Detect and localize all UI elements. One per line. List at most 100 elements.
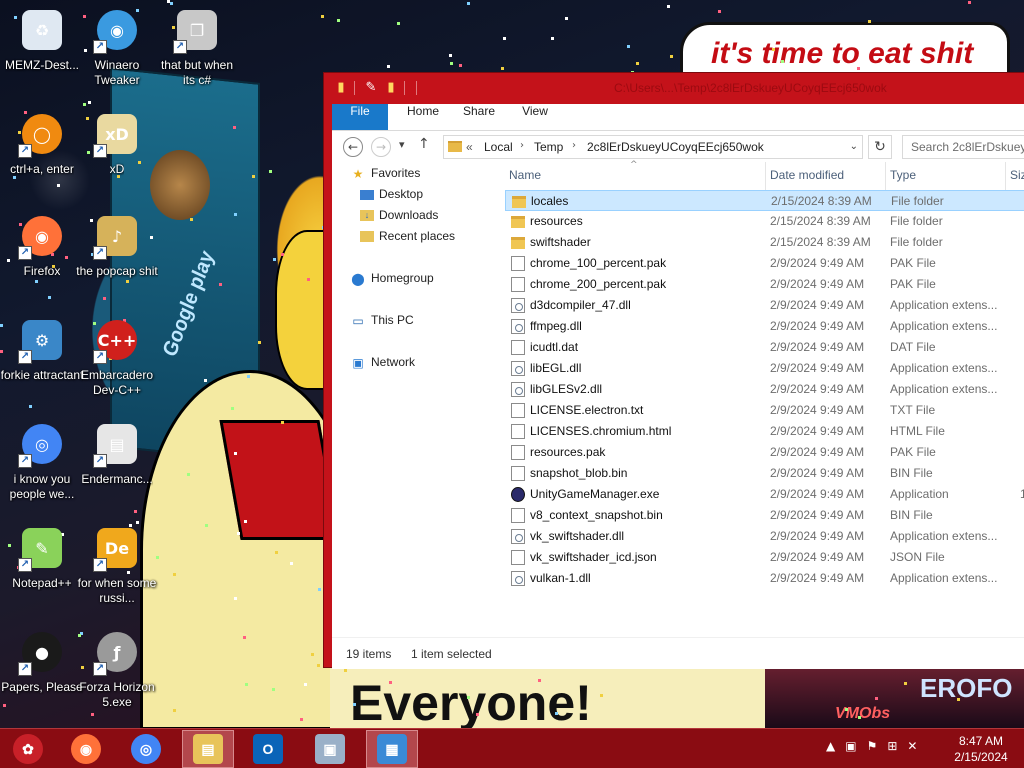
taskbar-remote-desktop[interactable]: ▣	[304, 730, 356, 768]
file-row[interactable]: UnityGameManager.exe 2/9/2024 9:49 AM Appl…	[505, 484, 1024, 505]
taskbar-chrome[interactable]: ◎	[120, 730, 172, 768]
file-date: 2/9/2024 9:49 AM	[770, 382, 865, 396]
desktop-icon-item[interactable]: ▤ ↗ Endermanc...	[75, 420, 159, 518]
file-row[interactable]: v8_context_snapshot.bin 2/9/2024 9:49 AM B…	[505, 505, 1024, 526]
taskbar-firefox[interactable]: ◉	[60, 730, 112, 768]
file-row[interactable]: ffmpeg.dll 2/9/2024 9:49 AM Application ex…	[505, 316, 1024, 337]
desktop-icon-item[interactable]: ◉ ↗ Firefox	[0, 212, 84, 310]
file-row[interactable]: chrome_100_percent.pak 2/9/2024 9:49 AM PA…	[505, 253, 1024, 274]
breadcrumb-overflow[interactable]: «	[466, 140, 473, 154]
column-divider[interactable]	[1005, 162, 1006, 190]
desktop-icon-item[interactable]: xD ↗ xD	[75, 110, 159, 208]
file-row[interactable]: swiftshader 2/15/2024 8:39 AM File folder	[505, 232, 1024, 253]
up-button[interactable]: ↑	[418, 136, 430, 152]
file-row[interactable]: vk_swiftshader_icd.json 2/9/2024 9:49 AM J…	[505, 547, 1024, 568]
tab-home[interactable]: Home	[398, 104, 448, 130]
confetti-piece	[234, 452, 237, 455]
network-monitor-icon[interactable]: ▣	[845, 739, 856, 759]
title-bar[interactable]: ▮ ✎ ▮ C:\Users\...\Temp\2c8lErDskueyUCoy…	[324, 73, 1024, 104]
show-hidden-icons-icon[interactable]: ▲	[826, 739, 835, 759]
file-explorer-window[interactable]: ▮ ✎ ▮ C:\Users\...\Temp\2c8lErDskueyUCoy…	[323, 72, 1024, 669]
nav-label: Downloads	[379, 208, 439, 222]
file-row[interactable]: snapshot_blob.bin 2/9/2024 9:49 AM BIN Fil…	[505, 463, 1024, 484]
city-sign: EROFO	[920, 673, 1013, 703]
network-icon[interactable]: ⊞	[887, 739, 897, 759]
file-row[interactable]: LICENSE.electron.txt 2/9/2024 9:49 AM TXT …	[505, 400, 1024, 421]
desktop-icon-item[interactable]: De ↗ for when some russi...	[75, 524, 159, 622]
column-size[interactable]: Siz	[1010, 168, 1024, 182]
nav-recent-places[interactable]: Recent places	[360, 229, 455, 249]
shortcut-arrow-icon: ↗	[18, 558, 32, 572]
desktop-icon-item[interactable]: ♻ MEMZ-Dest...	[0, 6, 84, 104]
nav-favorites[interactable]: ★ Favorites	[350, 166, 421, 186]
column-divider[interactable]	[765, 162, 766, 190]
desktop-icon-item[interactable]: ⚙ ↗ forkie attractant	[0, 316, 84, 414]
file-row[interactable]: icudtl.dat 2/9/2024 9:49 AM DAT File	[505, 337, 1024, 358]
firefox-icon: ◉	[71, 734, 101, 764]
tab-share[interactable]: Share	[454, 104, 504, 130]
chevron-down-icon[interactable]: ⌄	[850, 141, 858, 152]
properties-icon[interactable]: ✎	[362, 79, 380, 97]
file-type: Application extens...	[890, 382, 998, 396]
volume-muted-icon[interactable]: ✕	[907, 739, 917, 759]
winaero-icon: ◉ ↗	[93, 6, 141, 54]
desktop-icon-item[interactable]: ƒ ↗ Forza Horizon 5.exe	[75, 628, 159, 726]
file-date: 2/9/2024 9:49 AM	[770, 571, 865, 585]
clock[interactable]: 8:47 AM 2/15/2024	[946, 733, 1016, 765]
nav-this-pc[interactable]: ▭ This PC	[350, 313, 413, 333]
start-button[interactable]: ✿	[2, 730, 54, 768]
file-row[interactable]: libEGL.dll 2/9/2024 9:49 AM Application ex…	[505, 358, 1024, 379]
file-row[interactable]: vk_swiftshader.dll 2/9/2024 9:49 AM Applic…	[505, 526, 1024, 547]
column-date-modified[interactable]: Date modified	[770, 168, 844, 182]
recent-locations-dropdown[interactable]: ▾	[399, 138, 405, 151]
chevron-right-icon[interactable]: ›	[520, 140, 524, 151]
folder-icon[interactable]: ▮	[332, 79, 350, 97]
nav-network[interactable]: ▣ Network	[350, 355, 415, 375]
tab-view[interactable]: View	[510, 104, 560, 130]
desktop-icon-item[interactable]: ♪ ↗ the popcap shit	[75, 212, 159, 310]
file-row[interactable]: resources 2/15/2024 8:39 AM File folder	[505, 211, 1024, 232]
desktop-icon-item[interactable]: ✎ ↗ Notepad++	[0, 524, 84, 622]
file-row[interactable]: chrome_200_percent.pak 2/9/2024 9:49 AM PA…	[505, 274, 1024, 295]
file-row[interactable]: LICENSES.chromium.html 2/9/2024 9:49 AM HT…	[505, 421, 1024, 442]
file-row[interactable]: resources.pak 2/9/2024 9:49 AM PAK File	[505, 442, 1024, 463]
file-row[interactable]: d3dcompiler_47.dll 2/9/2024 9:49 AM Applic…	[505, 295, 1024, 316]
file-row[interactable]: vulkan-1.dll 2/9/2024 9:49 AM Application …	[505, 568, 1024, 589]
desktop-icon-item[interactable]: ◯ ↗ ctrl+a, enter	[0, 110, 84, 208]
desktop-icon-item[interactable]: ◉ ↗ Winaero Tweaker	[75, 6, 159, 104]
desktop-icon-item[interactable]: ◎ ↗ i know you people we...	[0, 420, 84, 518]
column-headers: ^ Name Date modified Type Siz	[505, 160, 1024, 190]
desktop-icon-item[interactable]: ● ↗ Papers, Please	[0, 628, 84, 726]
breadcrumb-temp[interactable]: Temp	[534, 140, 563, 154]
search-input[interactable]: Search 2c8lErDskueyUC...	[902, 135, 1024, 159]
desktop-icon-item[interactable]: C++ ↗ Embarcadero Dev-C++	[75, 316, 159, 414]
file-row[interactable]: locales 2/15/2024 8:39 AM File folder	[505, 190, 1024, 211]
firefox-icon: ◉ ↗	[18, 212, 66, 260]
new-folder-icon[interactable]: ▮	[382, 79, 400, 97]
taskbar-control-panel[interactable]: ▦	[366, 730, 418, 768]
nav-label: Homegroup	[371, 271, 434, 285]
forward-button[interactable]: →	[371, 137, 391, 157]
column-type[interactable]: Type	[890, 168, 916, 182]
nav-downloads[interactable]: ↓ Downloads	[360, 208, 438, 228]
file-type: BIN File	[890, 466, 933, 480]
tab-file[interactable]: File	[332, 104, 388, 130]
column-name[interactable]: Name	[509, 168, 541, 182]
confetti-piece	[300, 718, 303, 721]
breadcrumb-local[interactable]: Local	[484, 140, 513, 154]
action-center-flag-icon[interactable]: ⚑	[867, 739, 878, 759]
breadcrumb-current[interactable]: 2c8lErDskueyUCoyqEEcj650wok	[587, 140, 764, 154]
desktop-icon-item[interactable]: ❐ ↗ that but when its c#	[155, 6, 239, 104]
taskbar-explorer[interactable]: ▤	[182, 730, 234, 768]
file-row[interactable]: libGLESv2.dll 2/9/2024 9:49 AM Application…	[505, 379, 1024, 400]
chevron-right-icon[interactable]: ›	[572, 140, 576, 151]
taskbar-outlook[interactable]: O	[242, 730, 294, 768]
address-bar[interactable]: « Local › Temp › 2c8lErDskueyUCoyqEEcj65…	[443, 135, 863, 159]
nav-homegroup[interactable]: ⬤ Homegroup	[350, 271, 434, 291]
file-name: v8_context_snapshot.bin	[530, 508, 663, 522]
confetti-piece	[467, 2, 470, 5]
back-button[interactable]: ←	[343, 137, 363, 157]
nav-desktop[interactable]: Desktop	[360, 187, 423, 207]
refresh-button[interactable]: ↻	[868, 135, 892, 159]
column-divider[interactable]	[885, 162, 886, 190]
